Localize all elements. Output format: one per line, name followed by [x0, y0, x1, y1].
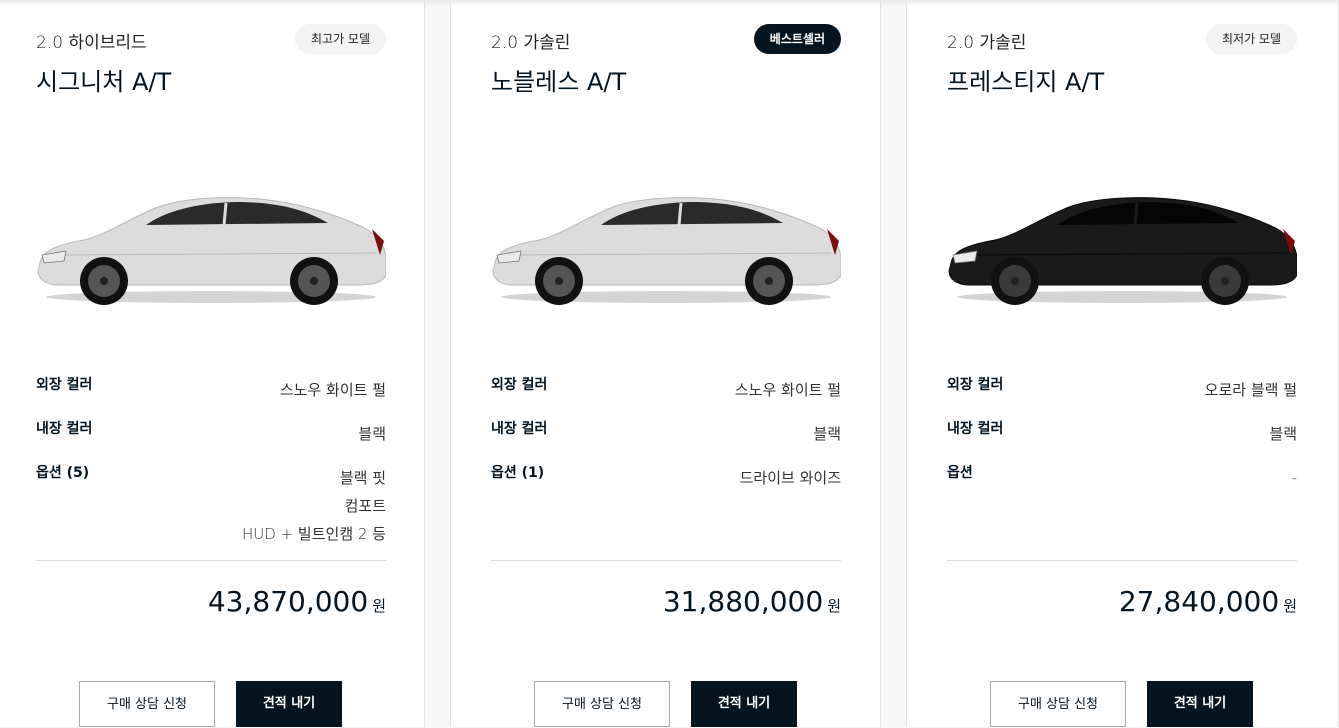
- option-item: HUD + 빌트인캠 2 등: [242, 525, 386, 543]
- spec-row-options: 옵션 (5) 블랙 핏 컴포트 HUD + 빌트인캠 2 등: [36, 460, 386, 543]
- car-image: [948, 197, 1297, 305]
- action-buttons: 구매 상담 신청 견적 내기: [36, 681, 386, 727]
- price-value: 43,870,000: [207, 585, 369, 618]
- trim-card-noblesse: 2.0 가솔린 베스트셀러 노블레스 A/T 외장 컬러 스노우 화이트 펄 내…: [450, 0, 881, 727]
- car-hub: [310, 277, 318, 285]
- spec-label: 외장 컬러: [36, 377, 93, 393]
- spec-value-list: -: [1292, 464, 1297, 492]
- divider: [947, 560, 1297, 561]
- spec-list: 외장 컬러 스노우 화이트 펄 내장 컬러 블랙 옵션 (5) 블랙 핏 컴포트…: [36, 372, 386, 543]
- trim-card-signature: 2.0 하이브리드 최고가 모델 시그니처 A/T 외장 컬러 스노우 화이트 …: [0, 0, 425, 727]
- car-pillar: [1133, 202, 1139, 226]
- spec-list: 외장 컬러 오로라 블랙 펄 내장 컬러 블랙 옵션 -: [947, 372, 1297, 504]
- trim-name: 프레스티지 A/T: [947, 68, 1105, 96]
- spec-label: 외장 컬러: [491, 377, 548, 393]
- trim-name: 시그니처 A/T: [36, 68, 172, 96]
- spec-row-options: 옵션 (1) 드라이브 와이즈: [491, 460, 841, 504]
- car-hub: [765, 277, 773, 285]
- option-item: 블랙 핏: [339, 469, 386, 487]
- spec-value-list: 드라이브 와이즈: [740, 464, 841, 492]
- car-hub: [1221, 277, 1229, 285]
- get-quote-button[interactable]: 견적 내기: [236, 681, 342, 727]
- model-badge: 최고가 모델: [294, 24, 386, 54]
- spec-label: 내장 컬러: [491, 421, 548, 437]
- divider: [36, 560, 386, 561]
- spec-value: 블랙: [813, 425, 841, 443]
- model-badge: 최저가 모델: [1205, 24, 1297, 54]
- price-value: 31,880,000: [662, 585, 824, 618]
- get-quote-button[interactable]: 견적 내기: [1147, 681, 1253, 727]
- engine-type: 2.0 하이브리드: [36, 33, 147, 53]
- spec-row-exterior: 외장 컬러 스노우 화이트 펄: [36, 372, 386, 416]
- price-unit: 원: [372, 597, 386, 615]
- spec-value: 오로라 블랙 펄: [1204, 381, 1297, 399]
- price: 43,870,000 원: [208, 585, 386, 618]
- car-hub: [100, 277, 108, 285]
- spec-row-options: 옵션 -: [947, 460, 1297, 504]
- spec-value: 스노우 화이트 펄: [279, 381, 386, 399]
- trim-card-prestige: 2.0 가솔린 최저가 모델 프레스티지 A/T 외장 컬러 오로라 블랙 펄 …: [906, 0, 1339, 727]
- spec-label: 옵션 (5): [36, 465, 90, 481]
- option-item: 컴포트: [344, 497, 386, 515]
- spec-value: 스노우 화이트 펄: [734, 381, 841, 399]
- price-value: 27,840,000: [1118, 585, 1280, 618]
- spec-row-interior: 내장 컬러 블랙: [947, 416, 1297, 460]
- action-buttons: 구매 상담 신청 견적 내기: [491, 681, 841, 727]
- purchase-consult-button[interactable]: 구매 상담 신청: [79, 681, 215, 727]
- spec-list: 외장 컬러 스노우 화이트 펄 내장 컬러 블랙 옵션 (1) 드라이브 와이즈: [491, 372, 841, 504]
- spec-label: 내장 컬러: [947, 421, 1004, 437]
- model-badge: 베스트셀러: [753, 24, 841, 54]
- price-unit: 원: [1283, 597, 1297, 615]
- purchase-consult-button[interactable]: 구매 상담 신청: [990, 681, 1126, 727]
- car-hub: [555, 277, 563, 285]
- get-quote-button[interactable]: 견적 내기: [691, 681, 797, 727]
- engine-type: 2.0 가솔린: [947, 33, 1027, 53]
- spec-value: 블랙: [1269, 425, 1297, 443]
- price-unit: 원: [827, 597, 841, 615]
- engine-type: 2.0 가솔린: [491, 33, 571, 53]
- car-pillar: [677, 202, 683, 226]
- price: 31,880,000 원: [663, 585, 841, 618]
- spec-row-interior: 내장 컬러 블랙: [491, 416, 841, 460]
- trim-name: 노블레스 A/T: [491, 68, 627, 96]
- top-shadow: [0, 0, 1339, 6]
- trim-card-content: 2.0 하이브리드 최고가 모델 시그니처 A/T 외장 컬러 스노우 화이트 …: [36, 0, 386, 727]
- divider: [491, 560, 841, 561]
- car-image: [37, 197, 386, 305]
- spec-row-interior: 내장 컬러 블랙: [36, 416, 386, 460]
- price: 27,840,000 원: [1119, 585, 1297, 618]
- option-item: 드라이브 와이즈: [739, 469, 841, 487]
- trim-card-content: 2.0 가솔린 베스트셀러 노블레스 A/T 외장 컬러 스노우 화이트 펄 내…: [491, 0, 841, 727]
- spec-value-list: 블랙 핏 컴포트 HUD + 빌트인캠 2 등: [242, 464, 386, 548]
- spec-label: 외장 컬러: [947, 377, 1004, 393]
- spec-label: 옵션 (1): [491, 465, 545, 481]
- car-pillar: [222, 202, 228, 226]
- action-buttons: 구매 상담 신청 견적 내기: [947, 681, 1297, 727]
- car-image: [492, 197, 841, 305]
- option-item: -: [1291, 469, 1297, 487]
- spec-value: 블랙: [358, 425, 386, 443]
- purchase-consult-button[interactable]: 구매 상담 신청: [534, 681, 670, 727]
- car-hub: [1011, 277, 1019, 285]
- spec-label: 내장 컬러: [36, 421, 93, 437]
- spec-row-exterior: 외장 컬러 오로라 블랙 펄: [947, 372, 1297, 416]
- spec-row-exterior: 외장 컬러 스노우 화이트 펄: [491, 372, 841, 416]
- trim-card-content: 2.0 가솔린 최저가 모델 프레스티지 A/T 외장 컬러 오로라 블랙 펄 …: [947, 0, 1297, 727]
- spec-label: 옵션: [947, 465, 973, 481]
